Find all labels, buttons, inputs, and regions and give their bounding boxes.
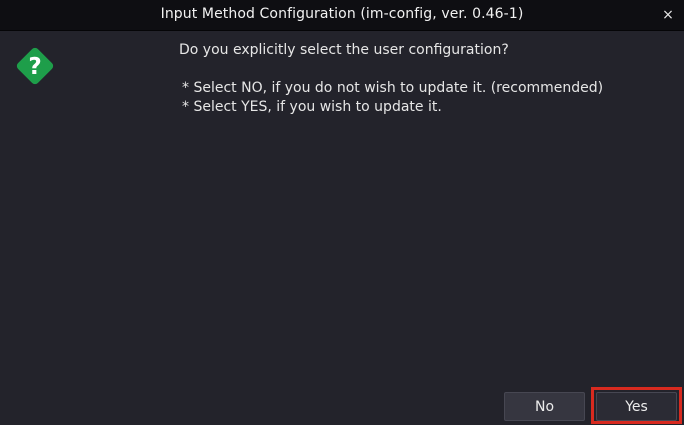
no-button[interactable]: No (504, 392, 585, 421)
dialog-bullets: * Select NO, if you do not wish to updat… (179, 79, 603, 117)
close-button[interactable]: × (658, 5, 678, 25)
dialog-question: Do you explicitly select the user config… (179, 42, 509, 58)
dialog-content: Do you explicitly select the user config… (179, 42, 603, 117)
bullet-no: * Select NO, if you do not wish to updat… (182, 80, 604, 96)
window-title: Input Method Configuration (im-config, v… (160, 6, 524, 22)
bullet-yes: * Select YES, if you wish to update it. (182, 99, 442, 115)
dialog-window: Input Method Configuration (im-config, v… (0, 0, 684, 425)
yes-button[interactable]: Yes (596, 392, 677, 421)
svg-text:?: ? (28, 54, 41, 80)
question-icon: ? (16, 47, 54, 85)
titlebar: Input Method Configuration (im-config, v… (0, 0, 684, 31)
